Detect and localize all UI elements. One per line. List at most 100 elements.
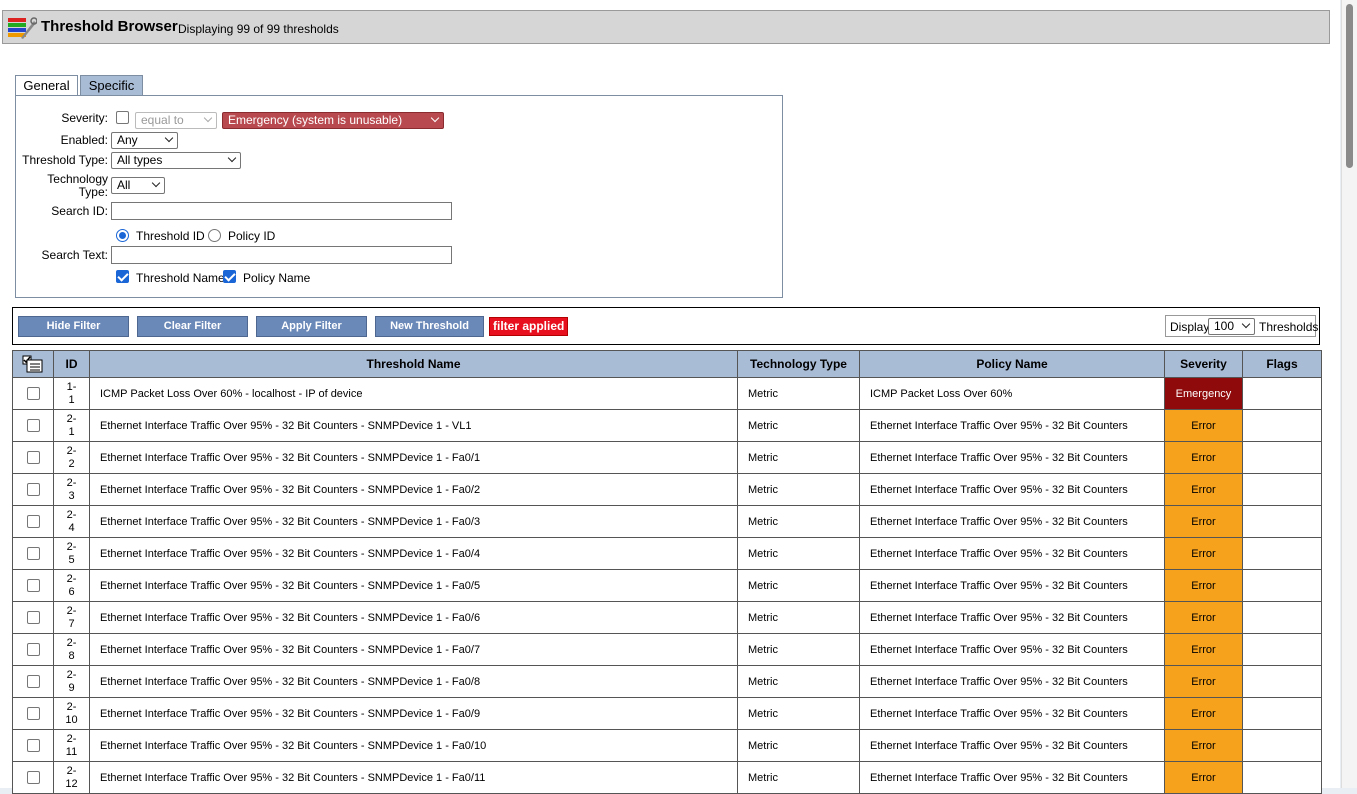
severity-enable-checkbox[interactable] bbox=[116, 111, 129, 124]
row-threshold-name[interactable]: Ethernet Interface Traffic Over 95% - 32… bbox=[89, 473, 738, 506]
row-threshold-name[interactable]: Ethernet Interface Traffic Over 95% - 32… bbox=[89, 729, 738, 762]
threshold-type-select[interactable]: All types bbox=[111, 152, 241, 169]
row-policy-name[interactable]: Ethernet Interface Traffic Over 95% - 32… bbox=[859, 633, 1165, 666]
table-row[interactable]: 2- 2 Ethernet Interface Traffic Over 95% -… bbox=[12, 441, 1322, 474]
row-threshold-name[interactable]: Ethernet Interface Traffic Over 95% - 32… bbox=[89, 537, 738, 570]
row-checkbox[interactable] bbox=[26, 451, 40, 464]
row-threshold-name[interactable]: ICMP Packet Loss Over 60% - localhost - … bbox=[89, 377, 738, 410]
row-checkbox[interactable] bbox=[26, 387, 40, 400]
row-select-cell bbox=[12, 601, 54, 634]
page-frame: Threshold Browser Displaying 99 of 99 th… bbox=[0, 0, 1340, 794]
apply-filter-button[interactable]: Apply Filter bbox=[256, 316, 367, 337]
table-row[interactable]: 1- 1 ICMP Packet Loss Over 60% - localhost… bbox=[12, 377, 1322, 410]
row-threshold-name[interactable]: Ethernet Interface Traffic Over 95% - 32… bbox=[89, 633, 738, 666]
new-threshold-button[interactable]: New Threshold bbox=[375, 316, 484, 337]
row-id[interactable]: 2- 2 bbox=[53, 441, 90, 474]
hide-filter-button[interactable]: Hide Filter bbox=[18, 316, 129, 337]
row-checkbox[interactable] bbox=[26, 675, 40, 688]
threshold-name-checkbox[interactable] bbox=[116, 270, 129, 283]
row-threshold-name[interactable]: Ethernet Interface Traffic Over 95% - 32… bbox=[89, 697, 738, 730]
row-policy-name[interactable]: Ethernet Interface Traffic Over 95% - 32… bbox=[859, 473, 1165, 506]
row-threshold-name[interactable]: Ethernet Interface Traffic Over 95% - 32… bbox=[89, 505, 738, 538]
column-header-flags[interactable]: Flags bbox=[1242, 350, 1322, 378]
row-policy-name[interactable]: Ethernet Interface Traffic Over 95% - 32… bbox=[859, 441, 1165, 474]
row-id[interactable]: 2- 6 bbox=[53, 569, 90, 602]
row-flags bbox=[1242, 505, 1322, 538]
row-policy-name[interactable]: Ethernet Interface Traffic Over 95% - 32… bbox=[859, 697, 1165, 730]
row-id[interactable]: 2- 5 bbox=[53, 537, 90, 570]
row-checkbox[interactable] bbox=[26, 419, 40, 432]
row-checkbox[interactable] bbox=[26, 547, 40, 560]
row-threshold-name[interactable]: Ethernet Interface Traffic Over 95% - 32… bbox=[89, 569, 738, 602]
row-checkbox[interactable] bbox=[26, 611, 40, 624]
select-all-header[interactable] bbox=[12, 350, 54, 378]
column-header-technology-type[interactable]: Technology Type bbox=[737, 350, 860, 378]
table-row[interactable]: 2- 9 Ethernet Interface Traffic Over 95% -… bbox=[12, 665, 1322, 698]
policy-name-checkbox[interactable] bbox=[223, 270, 236, 283]
row-checkbox[interactable] bbox=[26, 739, 40, 752]
row-policy-name[interactable]: Ethernet Interface Traffic Over 95% - 32… bbox=[859, 409, 1165, 442]
table-row[interactable]: 2- 4 Ethernet Interface Traffic Over 95% -… bbox=[12, 505, 1322, 538]
table-row[interactable]: 2- 12 Ethernet Interface Traffic Over 95% … bbox=[12, 761, 1322, 794]
table-row[interactable]: 2- 3 Ethernet Interface Traffic Over 95% -… bbox=[12, 473, 1322, 506]
vertical-scrollbar[interactable] bbox=[1341, 0, 1357, 788]
table-row[interactable]: 2- 5 Ethernet Interface Traffic Over 95% -… bbox=[12, 537, 1322, 570]
severity-value-select[interactable]: Emergency (system is unusable) bbox=[222, 112, 444, 129]
row-id[interactable]: 2- 4 bbox=[53, 505, 90, 538]
row-threshold-name[interactable]: Ethernet Interface Traffic Over 95% - 32… bbox=[89, 409, 738, 442]
row-policy-name[interactable]: Ethernet Interface Traffic Over 95% - 32… bbox=[859, 569, 1165, 602]
row-threshold-name[interactable]: Ethernet Interface Traffic Over 95% - 32… bbox=[89, 441, 738, 474]
row-id[interactable]: 2- 11 bbox=[53, 729, 90, 762]
row-policy-name[interactable]: Ethernet Interface Traffic Over 95% - 32… bbox=[859, 601, 1165, 634]
clear-filter-button[interactable]: Clear Filter bbox=[137, 316, 248, 337]
row-policy-name[interactable]: Ethernet Interface Traffic Over 95% - 32… bbox=[859, 505, 1165, 538]
table-row[interactable]: 2- 1 Ethernet Interface Traffic Over 95% -… bbox=[12, 409, 1322, 442]
row-flags bbox=[1242, 441, 1322, 474]
row-id[interactable]: 2- 10 bbox=[53, 697, 90, 730]
row-id[interactable]: 2- 9 bbox=[53, 665, 90, 698]
row-id[interactable]: 2- 12 bbox=[53, 761, 90, 794]
threshold-id-radio[interactable] bbox=[116, 229, 129, 242]
search-text-input[interactable] bbox=[111, 246, 452, 264]
row-checkbox[interactable] bbox=[26, 579, 40, 592]
row-checkbox[interactable] bbox=[26, 707, 40, 720]
technology-type-select[interactable]: All bbox=[111, 177, 165, 194]
column-header-id[interactable]: ID bbox=[53, 350, 90, 378]
row-policy-name[interactable]: ICMP Packet Loss Over 60% bbox=[859, 377, 1165, 410]
row-id[interactable]: 2- 1 bbox=[53, 409, 90, 442]
tab-specific[interactable]: Specific bbox=[80, 75, 143, 95]
row-policy-name[interactable]: Ethernet Interface Traffic Over 95% - 32… bbox=[859, 665, 1165, 698]
row-policy-name[interactable]: Ethernet Interface Traffic Over 95% - 32… bbox=[859, 537, 1165, 570]
row-checkbox[interactable] bbox=[26, 643, 40, 656]
table-row[interactable]: 2- 11 Ethernet Interface Traffic Over 95% … bbox=[12, 729, 1322, 762]
table-row[interactable]: 2- 10 Ethernet Interface Traffic Over 95% … bbox=[12, 697, 1322, 730]
enabled-select[interactable]: Any bbox=[111, 132, 178, 149]
table-row[interactable]: 2- 6 Ethernet Interface Traffic Over 95% -… bbox=[12, 569, 1322, 602]
search-id-input[interactable] bbox=[111, 202, 452, 220]
table-row[interactable]: 2- 8 Ethernet Interface Traffic Over 95% -… bbox=[12, 633, 1322, 666]
row-checkbox[interactable] bbox=[26, 483, 40, 496]
row-checkbox[interactable] bbox=[26, 515, 40, 528]
row-id-part1: 2- bbox=[66, 444, 77, 457]
row-id[interactable]: 1- 1 bbox=[53, 377, 90, 410]
row-technology-type: Metric bbox=[737, 441, 860, 474]
row-threshold-name[interactable]: Ethernet Interface Traffic Over 95% - 32… bbox=[89, 761, 738, 794]
column-header-severity[interactable]: Severity bbox=[1164, 350, 1243, 378]
row-policy-name[interactable]: Ethernet Interface Traffic Over 95% - 32… bbox=[859, 761, 1165, 794]
policy-id-radio[interactable] bbox=[208, 229, 221, 242]
row-id[interactable]: 2- 8 bbox=[53, 633, 90, 666]
column-header-policy-name[interactable]: Policy Name bbox=[859, 350, 1165, 378]
table-row[interactable]: 2- 7 Ethernet Interface Traffic Over 95% -… bbox=[12, 601, 1322, 634]
row-threshold-name[interactable]: Ethernet Interface Traffic Over 95% - 32… bbox=[89, 665, 738, 698]
select-all-icon[interactable] bbox=[22, 355, 44, 373]
column-header-threshold-name[interactable]: Threshold Name bbox=[89, 350, 738, 378]
row-policy-name[interactable]: Ethernet Interface Traffic Over 95% - 32… bbox=[859, 729, 1165, 762]
scrollbar-thumb[interactable] bbox=[1346, 4, 1353, 168]
severity-operator-select[interactable]: equal to bbox=[135, 112, 217, 129]
row-id[interactable]: 2- 3 bbox=[53, 473, 90, 506]
row-checkbox[interactable] bbox=[26, 771, 40, 784]
tab-general[interactable]: General bbox=[15, 75, 78, 96]
row-threshold-name[interactable]: Ethernet Interface Traffic Over 95% - 32… bbox=[89, 601, 738, 634]
row-id[interactable]: 2- 7 bbox=[53, 601, 90, 634]
display-count-select[interactable]: 100 bbox=[1208, 318, 1255, 335]
